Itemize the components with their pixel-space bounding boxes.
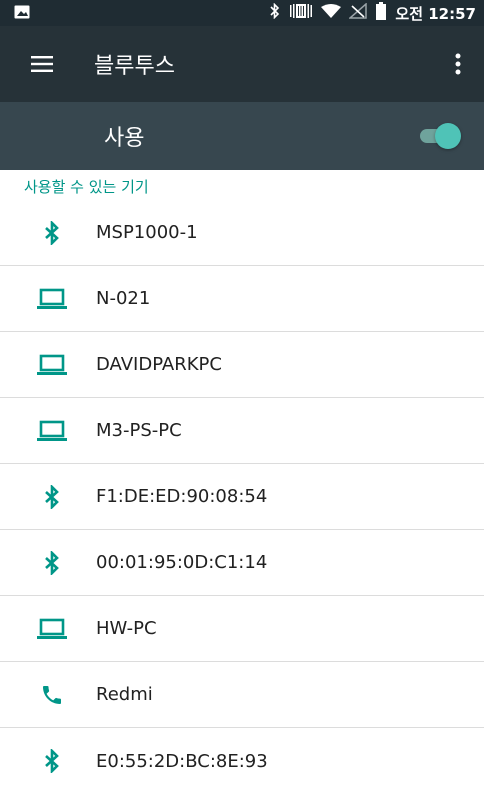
- device-item-9[interactable]: E0:55:2D:BC:8E:93: [0, 728, 484, 794]
- laptop-icon: [32, 288, 72, 310]
- image-icon: [14, 4, 30, 23]
- device-item-7[interactable]: HW-PC: [0, 596, 484, 662]
- vibrate-icon: [289, 3, 313, 23]
- status-clock: 오전 12:57: [395, 4, 476, 23]
- device-item-1[interactable]: MSP1000-1: [0, 200, 484, 266]
- hamburger-menu-icon[interactable]: [14, 26, 70, 102]
- device-name: N-021: [96, 288, 151, 309]
- wifi-icon: [321, 3, 342, 23]
- device-item-3[interactable]: DAVIDPARKPC: [0, 332, 484, 398]
- device-name: DAVIDPARKPC: [96, 354, 222, 375]
- device-name: M3-PS-PC: [96, 420, 182, 441]
- switch-label: 사용: [104, 126, 145, 151]
- laptop-icon: [32, 420, 72, 442]
- status-bar: 오전 12:57: [0, 0, 484, 26]
- laptop-icon: [32, 618, 72, 640]
- bluetooth-toggle[interactable]: [416, 122, 462, 150]
- available-devices-header: 사용할 수 있는 기기: [24, 178, 149, 196]
- bluetooth-master-switch-bar[interactable]: 사용: [0, 102, 484, 170]
- more-vert-icon[interactable]: [438, 26, 478, 102]
- bluetooth-icon: [269, 2, 281, 23]
- device-item-6[interactable]: 00:01:95:0D:C1:14: [0, 530, 484, 596]
- laptop-icon: [32, 354, 72, 376]
- device-item-4[interactable]: M3-PS-PC: [0, 398, 484, 464]
- bluetooth-icon: [32, 749, 72, 773]
- device-name: 00:01:95:0D:C1:14: [96, 552, 268, 573]
- app-bar: 블루투스: [0, 26, 484, 102]
- device-name: F1:DE:ED:90:08:54: [96, 486, 268, 507]
- device-item-5[interactable]: F1:DE:ED:90:08:54: [0, 464, 484, 530]
- device-item-8[interactable]: Redmi: [0, 662, 484, 728]
- bluetooth-icon: [32, 484, 72, 509]
- device-item-2[interactable]: N-021: [0, 266, 484, 332]
- no-signal-icon: [348, 2, 368, 23]
- bluetooth-icon: [32, 220, 72, 245]
- phone-icon: [32, 683, 72, 707]
- device-list: MSP1000-1 N-021 DAVIDPARKPC M3-PS-PC F1:…: [0, 200, 484, 794]
- page-title: 블루투스: [94, 54, 175, 79]
- device-name: HW-PC: [96, 618, 157, 639]
- device-name: MSP1000-1: [96, 222, 198, 243]
- battery-icon: [375, 2, 387, 24]
- toggle-thumb: [435, 123, 461, 149]
- device-name: Redmi: [96, 684, 153, 705]
- device-name: E0:55:2D:BC:8E:93: [96, 750, 268, 772]
- bluetooth-icon: [32, 550, 72, 575]
